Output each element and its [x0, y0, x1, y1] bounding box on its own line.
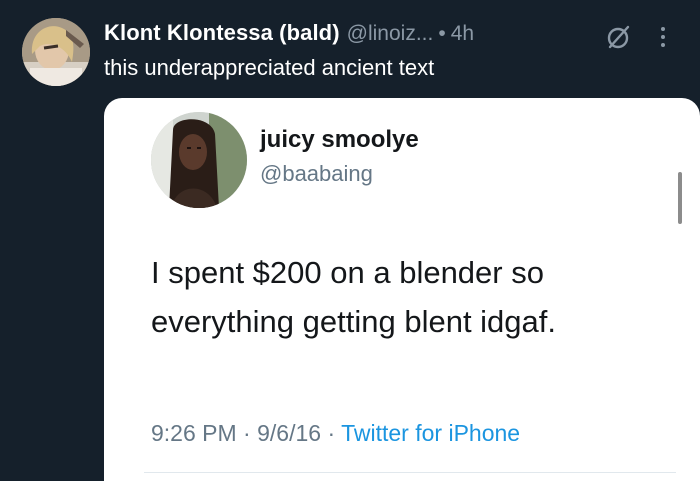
embedded-tweet-source: Twitter for iPhone [341, 420, 521, 446]
embedded-avatar-image [151, 112, 247, 208]
header-separator: • [438, 22, 446, 45]
grok-icon[interactable] [606, 24, 632, 50]
author-display-name[interactable]: Klont Klontessa (bald) [104, 20, 340, 46]
embedded-tweet-line: everything getting blent idgaf. [151, 304, 556, 339]
embedded-tweet-date: 9/6/16 [257, 420, 322, 446]
embedded-tweet-name: juicy smoolye [260, 126, 419, 153]
embedded-divider [144, 472, 676, 473]
post-container: Klont Klontessa (bald) @linoiz... • 4h t… [0, 0, 700, 481]
post-media-image[interactable]: juicy smoolye @baabaing I spent $200 on … [104, 98, 700, 481]
embedded-tweet-meta: 9:26 PM · 9/6/16 · Twitter for iPhone [151, 420, 520, 447]
post-header: Klont Klontessa (bald) @linoiz... • 4h [104, 20, 474, 50]
embedded-meta-separator: · [327, 420, 336, 446]
post-text: this underappreciated ancient text [104, 55, 435, 80]
embedded-tweet-handle: @baabaing [260, 161, 373, 186]
embedded-tweet-body: I spent $200 on a blender so everything … [151, 248, 671, 346]
author-handle[interactable]: @linoiz... [347, 22, 434, 46]
embedded-tweet-avatar [151, 112, 247, 208]
author-avatar[interactable] [22, 18, 90, 86]
author-avatar-image [22, 18, 90, 86]
more-vertical-icon[interactable] [655, 24, 671, 50]
embedded-meta-separator: · [243, 420, 251, 446]
embedded-tweet-line: I spent $200 on a blender so [151, 255, 544, 290]
post-timestamp[interactable]: 4h [451, 22, 474, 46]
embedded-scrollbar [678, 172, 682, 224]
embedded-tweet-time: 9:26 PM [151, 420, 237, 446]
